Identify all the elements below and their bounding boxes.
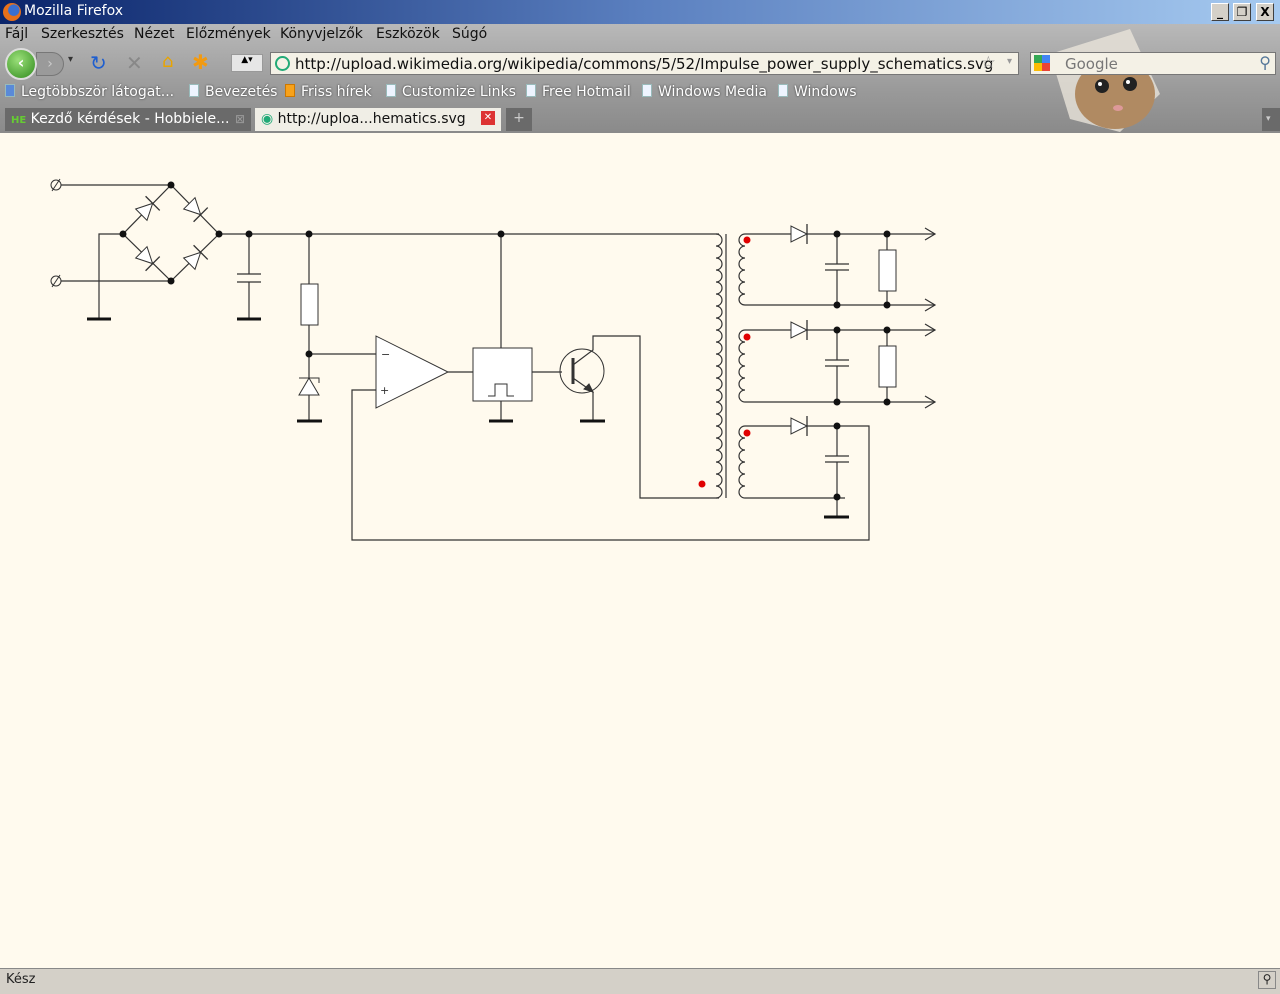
minimize-button[interactable]: _ <box>1211 3 1229 21</box>
menu-file[interactable]: Fájl <box>5 26 28 42</box>
page-icon <box>642 84 652 97</box>
wikimedia-favicon: ◉ <box>261 111 274 127</box>
home-icon[interactable]: ⌂ <box>162 51 173 72</box>
window-title: Mozilla Firefox <box>24 3 124 19</box>
stop-icon[interactable]: ✕ <box>126 51 143 75</box>
addon-star-person-icon[interactable]: ✱ <box>192 50 209 74</box>
tab-label: Kezdő kérdések - Hobbiele... <box>30 111 230 127</box>
opamp-minus-label: − <box>381 348 390 361</box>
new-tab-button[interactable]: + <box>506 108 532 131</box>
bookmark-label: Friss hírek <box>301 84 372 100</box>
persona-button[interactable]: ▲▾ <box>231 54 263 72</box>
reload-icon[interactable]: ↻ <box>90 51 107 75</box>
bookmark-label: Windows Media <box>658 84 767 100</box>
history-dropdown-icon[interactable]: ▾ <box>68 54 73 65</box>
pwm-generator-block <box>472 347 533 402</box>
site-identity-icon[interactable] <box>275 56 290 71</box>
menu-bookmarks[interactable]: Könyvjelzők <box>280 26 363 42</box>
firefox-logo-icon <box>3 3 21 21</box>
menu-help[interactable]: Súgó <box>452 26 487 42</box>
npn-transistor <box>559 348 605 394</box>
search-magnifier-icon[interactable]: ⚲ <box>1259 53 1271 72</box>
url-bar[interactable]: http://upload.wikimedia.org/wikipedia/co… <box>270 52 1019 75</box>
page-icon <box>778 84 788 97</box>
page-icon <box>189 84 199 97</box>
url-text: http://upload.wikimedia.org/wikipedia/co… <box>295 55 994 73</box>
bookmark-windows-media[interactable]: Windows Media <box>642 84 767 100</box>
bookmark-label: Free Hotmail <box>542 84 631 100</box>
cat-theme-image <box>1050 29 1160 132</box>
menu-view[interactable]: Nézet <box>134 26 175 42</box>
back-button[interactable]: ‹ <box>5 48 37 80</box>
menu-history[interactable]: Előzmények <box>186 26 271 42</box>
power-supply-schematic: − + <box>50 178 937 541</box>
menu-tools[interactable]: Eszközök <box>376 26 440 42</box>
ac-input-terminals <box>50 178 62 288</box>
tab-hobbielektronika[interactable]: HE Kezdő kérdések - Hobbiele... ⊠ <box>5 108 251 131</box>
page-icon <box>526 84 536 97</box>
bookmark-star-icon[interactable]: ☆ <box>981 53 996 73</box>
status-zoom-icon[interactable]: ⚲ <box>1258 971 1276 989</box>
bookmark-customize-links[interactable]: Customize Links <box>386 84 516 100</box>
tab-label: http://uploa...hematics.svg <box>277 111 466 127</box>
bookmark-label: Windows <box>794 84 857 100</box>
bookmark-bevezetes[interactable]: Bevezetés <box>189 84 277 100</box>
close-button[interactable]: X <box>1256 3 1274 21</box>
output-diodes <box>790 223 808 437</box>
op-amp: − + <box>375 335 450 409</box>
search-input[interactable]: Google ⚲ <box>1030 52 1276 75</box>
bookmark-label: Customize Links <box>402 84 516 100</box>
tab-schematic-svg[interactable]: ◉ http://uploa...hematics.svg ✕ <box>255 108 501 131</box>
bookmark-windows[interactable]: Windows <box>778 84 857 100</box>
forward-button[interactable]: › <box>36 52 64 76</box>
hobbielektronika-favicon: HE <box>11 115 27 126</box>
browser-chrome: Fájl Szerkesztés Nézet Előzmények Könyvj… <box>0 24 1280 133</box>
status-text: Kész <box>6 972 36 987</box>
restore-button[interactable]: ❐ <box>1233 3 1251 21</box>
bookmark-friss-hirek[interactable]: Friss hírek <box>285 84 372 100</box>
menu-edit[interactable]: Szerkesztés <box>41 26 124 42</box>
search-placeholder: Google <box>1065 55 1118 73</box>
bridge-rectifier <box>133 195 209 272</box>
google-engine-icon[interactable] <box>1034 55 1050 71</box>
zener-diode <box>298 377 320 396</box>
junction-dots <box>119 181 891 501</box>
tab-list-button[interactable]: ▾ <box>1262 108 1280 131</box>
opamp-plus-label: + <box>380 384 389 397</box>
bookmark-label: Legtöbbször látogat... <box>21 84 175 100</box>
bookmark-free-hotmail[interactable]: Free Hotmail <box>526 84 631 100</box>
bookmark-most-visited[interactable]: Legtöbbször látogat... <box>5 84 174 100</box>
tab-close-icon[interactable]: ⊠ <box>235 112 245 126</box>
rss-icon <box>285 84 295 97</box>
page-icon <box>386 84 396 97</box>
smart-folder-icon <box>5 84 15 97</box>
url-dropdown-icon[interactable]: ▾ <box>1007 56 1012 67</box>
page-content: − + <box>0 133 1280 968</box>
title-bar: Mozilla Firefox _ ❐ X <box>0 0 1280 24</box>
status-bar: Kész ⚲ <box>0 968 1280 994</box>
bookmark-label: Bevezetés <box>205 84 278 100</box>
ground-symbols <box>87 317 849 519</box>
tab-close-icon[interactable]: ✕ <box>481 111 495 125</box>
